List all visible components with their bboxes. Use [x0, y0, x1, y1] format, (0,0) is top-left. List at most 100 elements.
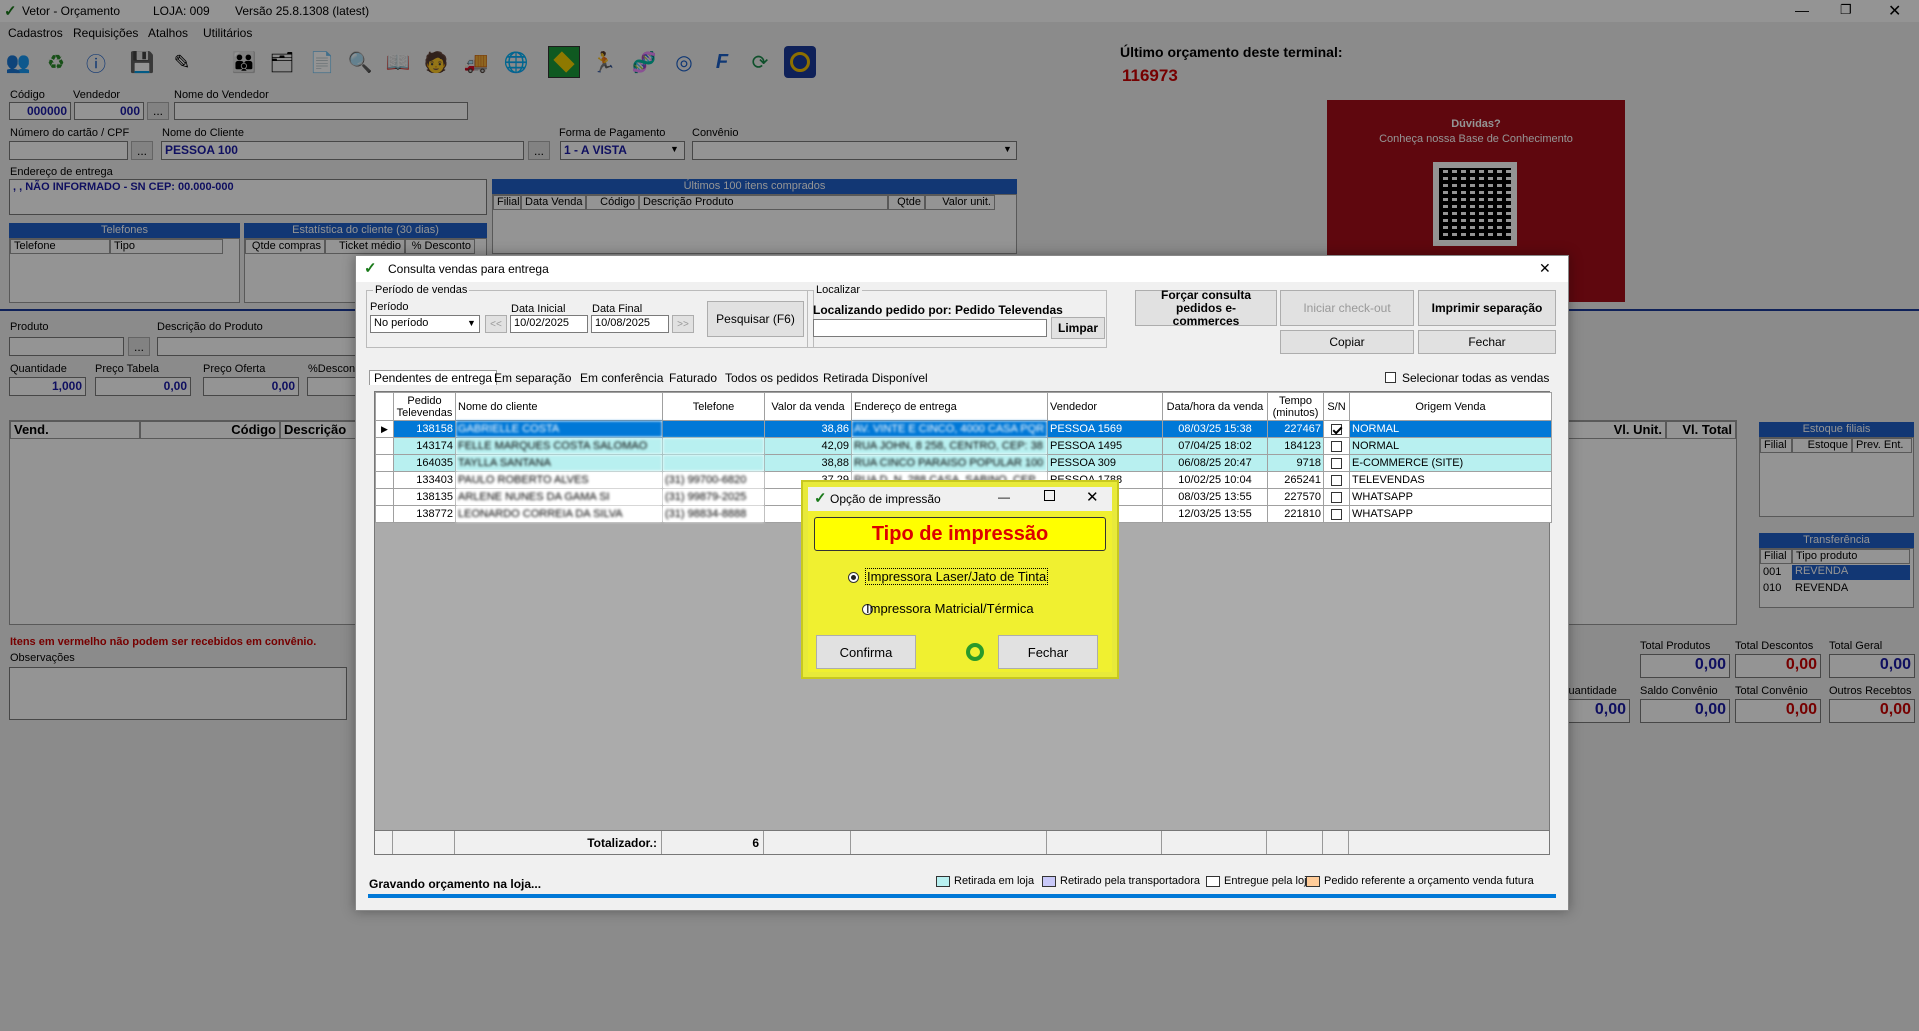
- data-final-field[interactable]: 10/08/2025: [591, 315, 669, 333]
- row-selector-cell[interactable]: [375, 505, 394, 523]
- sn-checkbox[interactable]: [1323, 420, 1350, 438]
- pedido-cell[interactable]: 138772: [393, 505, 456, 523]
- checkbox-icon[interactable]: [1331, 474, 1342, 486]
- pedido-cell[interactable]: 138158: [393, 420, 456, 438]
- tempo-cell[interactable]: 9718: [1267, 454, 1324, 472]
- telefone-cell[interactable]: [662, 454, 765, 472]
- periodo-chevron-down-icon[interactable]: ▼: [467, 318, 476, 328]
- col-valor[interactable]: Valor da venda: [764, 392, 852, 421]
- origem-cell[interactable]: WHATSAPP: [1349, 505, 1552, 523]
- tab-pendentes[interactable]: Pendentes de entrega: [369, 370, 498, 385]
- checkbox-icon[interactable]: [1331, 491, 1342, 503]
- sn-checkbox[interactable]: [1323, 437, 1350, 455]
- tab-em-conferencia[interactable]: Em conferência: [580, 371, 663, 385]
- endereco-cell[interactable]: RUA CINCO PARAISO POPULAR 100: [851, 454, 1048, 472]
- table-row[interactable]: 143174 FELLE MARQUES COSTA SALOMAO 42,09 RU…: [375, 437, 1552, 455]
- telefone-cell[interactable]: [662, 420, 765, 438]
- col-pedido[interactable]: Pedido Televendas: [393, 392, 456, 421]
- iniciar-checkout-button[interactable]: Iniciar check-out: [1280, 290, 1414, 326]
- valor-cell[interactable]: 38,88: [764, 454, 852, 472]
- confirma-button[interactable]: Confirma: [816, 635, 916, 669]
- sn-checkbox[interactable]: [1323, 488, 1350, 506]
- tab-retirada[interactable]: Retirada Disponível: [823, 371, 928, 385]
- sn-checkbox[interactable]: [1323, 454, 1350, 472]
- data-inicial-field[interactable]: 10/02/2025: [510, 315, 588, 333]
- copiar-button[interactable]: Copiar: [1280, 330, 1414, 354]
- impressao-minimize-icon[interactable]: —: [998, 490, 1010, 504]
- option-matricial-label[interactable]: Impressora Matricial/Térmica: [866, 601, 1034, 616]
- pesquisar-button[interactable]: Pesquisar (F6): [707, 301, 804, 337]
- origem-cell[interactable]: TELEVENDAS: [1349, 471, 1552, 489]
- checkbox-icon[interactable]: [1331, 508, 1342, 520]
- tempo-cell[interactable]: 265241: [1267, 471, 1324, 489]
- imprimir-separacao-button[interactable]: Imprimir separação: [1418, 290, 1556, 326]
- data-cell[interactable]: 07/04/25 18:02: [1162, 437, 1268, 455]
- checkbox-icon[interactable]: [1331, 423, 1342, 435]
- checkbox-icon[interactable]: [1331, 440, 1342, 452]
- table-row[interactable]: 164035 TAYLLA SANTANA 38,88 RUA CINCO PARAI…: [375, 454, 1552, 472]
- fechar-button[interactable]: Fechar: [1418, 330, 1556, 354]
- pedido-cell[interactable]: 138135: [393, 488, 456, 506]
- origem-cell[interactable]: WHATSAPP: [1349, 488, 1552, 506]
- tempo-cell[interactable]: 227467: [1267, 420, 1324, 438]
- impressao-maximize-icon[interactable]: [1044, 490, 1055, 501]
- pedido-cell[interactable]: 143174: [393, 437, 456, 455]
- table-row[interactable]: ▶ 138158 GABRIELLE COSTA 38,86 AV. VINTE E C…: [375, 420, 1552, 438]
- prev-period-button[interactable]: <<: [485, 315, 507, 333]
- next-period-button[interactable]: >>: [672, 315, 694, 333]
- row-selector-cell[interactable]: [375, 471, 394, 489]
- row-selector-cell[interactable]: [375, 488, 394, 506]
- data-cell[interactable]: 06/08/25 20:47: [1162, 454, 1268, 472]
- telefone-cell[interactable]: [662, 437, 765, 455]
- valor-cell[interactable]: 42,09: [764, 437, 852, 455]
- selecionar-todas-checkbox[interactable]: [1385, 372, 1396, 383]
- origem-cell[interactable]: E-COMMERCE (SITE): [1349, 454, 1552, 472]
- nome-cliente-cell[interactable]: FELLE MARQUES COSTA SALOMAO: [455, 437, 663, 455]
- option-laser-label[interactable]: Impressora Laser/Jato de Tinta: [864, 568, 1049, 585]
- telefone-cell[interactable]: (31) 99700-6820: [662, 471, 765, 489]
- telefone-cell[interactable]: (31) 98834-8888: [662, 505, 765, 523]
- valor-cell[interactable]: 38,86: [764, 420, 852, 438]
- sn-checkbox[interactable]: [1323, 505, 1350, 523]
- vendedor-cell[interactable]: PESSOA 1569: [1047, 420, 1163, 438]
- tempo-cell[interactable]: 221810: [1267, 505, 1324, 523]
- periodo-select[interactable]: No período: [370, 315, 480, 333]
- col-nome-cliente[interactable]: Nome do cliente: [455, 392, 663, 421]
- pedido-cell[interactable]: 133403: [393, 471, 456, 489]
- option-laser-radio[interactable]: [848, 571, 859, 583]
- data-cell[interactable]: 08/03/25 15:38: [1162, 420, 1268, 438]
- endereco-cell[interactable]: RUA JOHN, 8 258, CENTRO, CEP: 38: [851, 437, 1048, 455]
- limpar-button[interactable]: Limpar: [1051, 317, 1105, 339]
- tempo-cell[interactable]: 184123: [1267, 437, 1324, 455]
- col-origem[interactable]: Origem Venda: [1349, 392, 1552, 421]
- tempo-cell[interactable]: 227570: [1267, 488, 1324, 506]
- row-selector-arrow-icon[interactable]: ▶: [375, 420, 394, 438]
- row-selector-cell[interactable]: [375, 437, 394, 455]
- data-cell[interactable]: 08/03/25 13:55: [1162, 488, 1268, 506]
- consulta-close-icon[interactable]: ✕: [1539, 260, 1551, 277]
- nome-cliente-cell[interactable]: TAYLLA SANTANA: [455, 454, 663, 472]
- col-tempo[interactable]: Tempo (minutos): [1267, 392, 1324, 421]
- sn-checkbox[interactable]: [1323, 471, 1350, 489]
- nome-cliente-cell[interactable]: GABRIELLE COSTA: [455, 420, 663, 438]
- checkbox-icon[interactable]: [1331, 457, 1342, 469]
- col-sn[interactable]: S/N: [1323, 392, 1350, 421]
- telefone-cell[interactable]: (31) 99879-2025: [662, 488, 765, 506]
- endereco-cell[interactable]: AV. VINTE E CINCO, 4000 CASA PQR: [851, 420, 1048, 438]
- tab-faturado[interactable]: Faturado: [669, 371, 717, 385]
- nome-cliente-cell[interactable]: ARLENE NUNES DA GAMA SI: [455, 488, 663, 506]
- tab-todos[interactable]: Todos os pedidos: [725, 371, 818, 385]
- nome-cliente-cell[interactable]: PAULO ROBERTO ALVES: [455, 471, 663, 489]
- fechar-dialog-button[interactable]: Fechar: [998, 635, 1098, 669]
- col-telefone[interactable]: Telefone: [662, 392, 765, 421]
- origem-cell[interactable]: NORMAL: [1349, 420, 1552, 438]
- localizar-input[interactable]: [813, 319, 1047, 337]
- selecionar-todas-label[interactable]: Selecionar todas as vendas: [1402, 371, 1549, 385]
- nome-cliente-cell[interactable]: LEONARDO CORREIA DA SILVA: [455, 505, 663, 523]
- data-cell[interactable]: 10/02/25 10:04: [1162, 471, 1268, 489]
- data-cell[interactable]: 12/03/25 13:55: [1162, 505, 1268, 523]
- origem-cell[interactable]: NORMAL: [1349, 437, 1552, 455]
- vendedor-cell[interactable]: PESSOA 1495: [1047, 437, 1163, 455]
- row-selector-cell[interactable]: [375, 454, 394, 472]
- col-data[interactable]: Data/hora da venda: [1162, 392, 1268, 421]
